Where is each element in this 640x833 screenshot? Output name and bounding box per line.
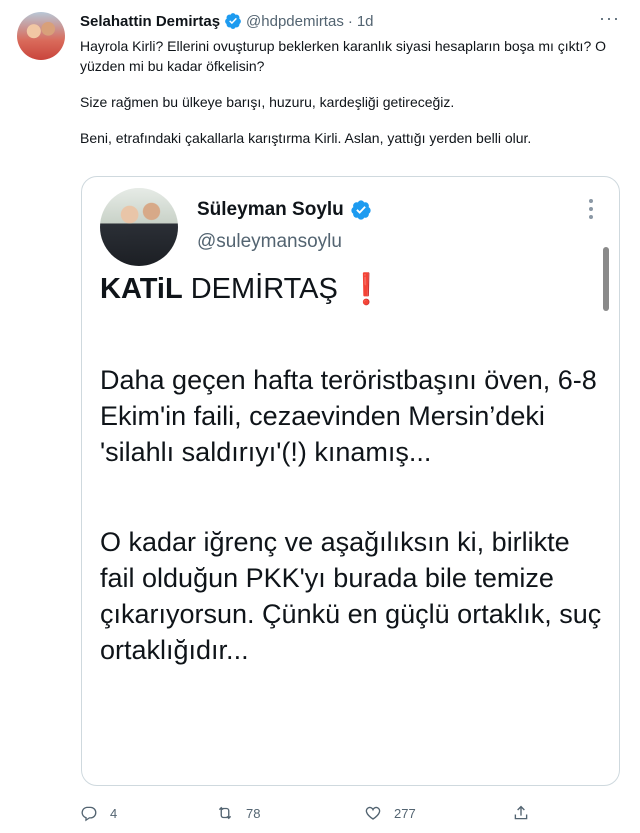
quoted-author-avatar[interactable] [100, 188, 178, 266]
retweet-button[interactable]: 78 [216, 804, 260, 822]
more-icon[interactable]: ··· [599, 8, 620, 29]
verified-badge-icon [351, 200, 371, 220]
quoted-title-bold: KATiL [100, 273, 183, 305]
reply-icon [81, 806, 97, 822]
verified-badge-icon [225, 13, 241, 29]
reply-button[interactable]: 4 [80, 804, 117, 822]
quoted-title-rest: DEMİRTAŞ [190, 273, 338, 305]
tweet-paragraph: Beni, etrafındaki çakallarla karıştırma … [80, 130, 532, 146]
reply-count: 4 [110, 805, 118, 821]
share-button[interactable] [512, 804, 542, 822]
tweet[interactable]: Selahattin Demirtaş @hdpdemirtas · 1d ··… [0, 0, 640, 833]
separator-dot: · [347, 12, 353, 30]
retweet-icon [218, 806, 232, 820]
share-icon [514, 805, 528, 820]
like-icon [365, 806, 381, 820]
scrollbar[interactable] [603, 247, 609, 311]
quoted-text: Daha geçen hafta teröristbaşını öven, 6-… [100, 362, 610, 722]
retweet-count: 78 [246, 805, 261, 821]
quoted-paragraph: Daha geçen hafta teröristbaşını öven, 6-… [100, 365, 597, 467]
quoted-more-icon[interactable] [589, 199, 595, 223]
tweet-time[interactable]: 1d [357, 13, 374, 30]
like-count: 277 [394, 805, 416, 821]
quoted-paragraph: O kadar iğrenç ve aşağılıksın ki, birlik… [100, 527, 602, 665]
quoted-title: KATiL DEMİRTAŞ ❗ [100, 272, 385, 307]
quoted-author-handle[interactable]: @suleymansoylu [197, 231, 342, 253]
tweet-text: Hayrola Kirli? Ellerini ovuşturup bekler… [80, 36, 620, 164]
quoted-tweet[interactable]: Süleyman Soylu @suleymansoylu KATiL DEMİ… [81, 176, 620, 786]
quoted-author-name[interactable]: Süleyman Soylu [197, 199, 344, 221]
like-button[interactable]: 277 [364, 804, 416, 822]
author-name[interactable]: Selahattin Demirtaş [80, 13, 220, 30]
author-handle[interactable]: @hdpdemirtas [246, 13, 344, 30]
quoted-author-name-row: Süleyman Soylu [197, 199, 376, 221]
tweet-paragraph: Size rağmen bu ülkeye barışı, huzuru, ka… [80, 94, 455, 110]
action-bar: 4 78 277 [80, 800, 580, 826]
tweet-header: Selahattin Demirtaş @hdpdemirtas · 1d [80, 10, 624, 32]
exclamation-icon: ❗ [347, 273, 386, 306]
author-avatar[interactable] [17, 12, 65, 60]
tweet-paragraph: Hayrola Kirli? Ellerini ovuşturup bekler… [80, 38, 607, 74]
